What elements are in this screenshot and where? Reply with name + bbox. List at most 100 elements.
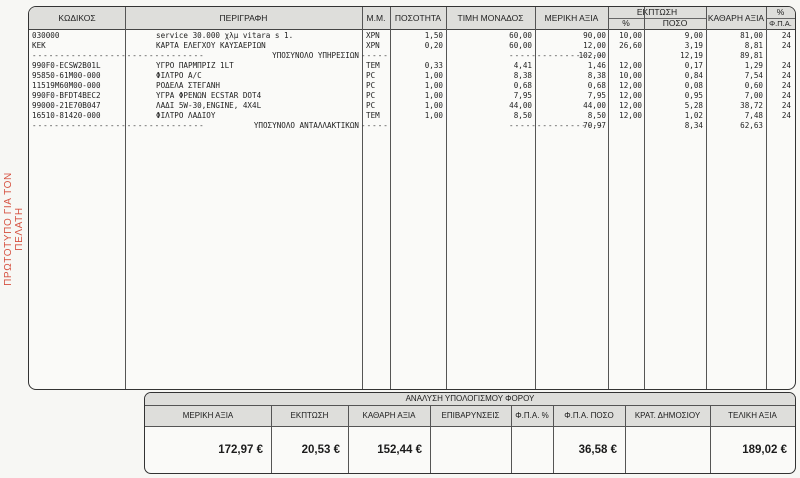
- tax-header-discount: ΕΚΠΤΩΣΗ: [290, 411, 329, 420]
- tax-header-state-withholding: ΚΡΑΤ. ΔΗΜΟΣΙΟΥ: [634, 411, 701, 420]
- original-for-customer-label: ΠΡΩΤΟΤΥΠΟ ΓΙΑ ΤΟΝ ΠΕΛΑΤΗ: [3, 172, 25, 286]
- dashed-separator: ----------------------------------------…: [361, 51, 387, 60]
- cell-net: 81,00: [740, 31, 763, 40]
- cell-disc_pct: 12,00: [619, 91, 642, 100]
- cell-disc_pct: 12,00: [619, 111, 642, 120]
- cell-net: 38,72: [740, 101, 763, 110]
- subtotal-discount: 8,34: [684, 121, 703, 130]
- cell-partial: 0,68: [587, 81, 606, 90]
- cell-code: 11519M60M00-000: [32, 81, 101, 90]
- subtotal-discount: 12,19: [680, 51, 703, 60]
- table-body: 030000 service 30.000 χλμ vitara s 1. ΧΡΝ 1…: [29, 31, 795, 131]
- header-discount-pct: %: [622, 18, 630, 28]
- cell-description: ΚΑΡΤΑ ΕΛΕΓΧΟΥ ΚΑΥΣΑΕΡΙΩΝ: [156, 41, 266, 50]
- cell-partial: 12,00: [583, 41, 606, 50]
- dashed-separator: ----------------------------------------…: [32, 121, 204, 130]
- cell-net: 0,60: [744, 81, 763, 90]
- cell-vat: 24: [781, 111, 791, 120]
- cell-net: 7,54: [744, 71, 763, 80]
- cell-qty: 1,00: [424, 101, 443, 110]
- cell-disc_amt: 1,02: [684, 111, 703, 120]
- cell-vat: 24: [781, 81, 791, 90]
- cell-vat: 24: [781, 91, 791, 100]
- header-code: ΚΩΔΙΚΟΣ: [58, 13, 96, 23]
- tax-analysis-box: ΑΝΑΛΥΣΗ ΥΠΟΛΟΓΙΣΜΟΥ ΦΟΡΟΥ ΜΕΡΙΚΗ ΑΞΙΑ 172…: [144, 392, 796, 474]
- cell-vat: 24: [781, 71, 791, 80]
- tax-value-discount: 20,53 €: [301, 444, 340, 456]
- cell-disc_pct: 12,00: [619, 61, 642, 70]
- cell-code: ΚΕΚ: [32, 41, 46, 50]
- cell-unit_price: 7,95: [513, 91, 532, 100]
- dashed-separator: ----------------------------------------…: [361, 121, 387, 130]
- cell-qty: 1,00: [424, 71, 443, 80]
- tax-header-surcharges: ΕΠΙΒΑΡΥΝΣΕΙΣ: [441, 411, 500, 420]
- tax-value-final-value: 189,02 €: [742, 444, 787, 456]
- cell-unit: ΧΡΝ: [366, 41, 380, 50]
- cell-description: ΦΙΛΤΡΟ ΛΑΔΙΟΥ: [156, 111, 216, 120]
- cell-unit_price: 44,00: [509, 101, 532, 110]
- table-row: ΚΕΚ ΚΑΡΤΑ ΕΛΕΓΧΟΥ ΚΑΥΣΑΕΡΙΩΝ ΧΡΝ 0,20 60,00 1…: [29, 41, 795, 51]
- cell-description: ΡΟΔΕΛΑ ΣΤΕΓΑΝΗ: [156, 81, 221, 90]
- table-row: 95850-61M00-000 ΦΙΛΤΡΟ A/C PC 1,00 8,38 8,38 1…: [29, 71, 795, 81]
- cell-vat: 24: [781, 61, 791, 70]
- cell-qty: 0,33: [424, 61, 443, 70]
- cell-disc_pct: 26,60: [619, 41, 642, 50]
- cell-disc_amt: 0,95: [684, 91, 703, 100]
- cell-code: 99000-21E70B047: [32, 101, 101, 110]
- cell-code: 990F0-ECSW2B01L: [32, 61, 101, 70]
- cell-unit: PC: [366, 91, 376, 100]
- dashed-separator: ----------------------------------------…: [32, 51, 204, 60]
- cell-unit: ΤΕΜ: [366, 111, 380, 120]
- tax-header-net-value: ΚΑΘΑΡΗ ΑΞΙΑ: [362, 411, 416, 420]
- cell-qty: 1,00: [424, 111, 443, 120]
- cell-unit: PC: [366, 71, 376, 80]
- cell-disc_amt: 9,00: [684, 31, 703, 40]
- cell-code: 990F0-BFDT4BEC2: [32, 91, 101, 100]
- cell-description: ΥΓΡΑ ΦΡΕΝΩΝ ECSTAR DOT4: [156, 91, 262, 100]
- cell-unit_price: 8,38: [513, 71, 532, 80]
- cell-qty: 1,50: [424, 31, 443, 40]
- cell-partial: 90,00: [583, 31, 606, 40]
- cell-description: ΥΓΡΟ ΠΑΡΜΠΡΙΖ 1LT: [156, 61, 234, 70]
- table-row: 030000 service 30.000 χλμ vitara s 1. ΧΡΝ 1…: [29, 31, 795, 41]
- subtotal-label: ΥΠΟΣΥΝΟΛΟ ΑΝΤΑΛΛΑΚΤΙΚΩΝ: [253, 121, 359, 130]
- table-row: 99000-21E70B047 ΛΑΔΙ 5W-30,ENGINE, 4X4L PC…: [29, 101, 795, 111]
- cell-code: 030000: [32, 31, 60, 40]
- cell-description: ΦΙΛΤΡΟ A/C: [156, 71, 202, 80]
- cell-disc_amt: 0,17: [684, 61, 703, 70]
- cell-unit_price: 60,00: [509, 41, 532, 50]
- tax-value-vat-amount: 36,58 €: [578, 444, 617, 456]
- cell-qty: 1,00: [424, 91, 443, 100]
- cell-disc_amt: 0,84: [684, 71, 703, 80]
- cell-partial: 8,50: [587, 111, 606, 120]
- tax-header-vat-amount: Φ.Π.Α. ΠΟΣΟ: [564, 411, 614, 420]
- subtotal-net: 89,81: [740, 51, 763, 60]
- cell-vat: 24: [781, 101, 791, 110]
- header-discount-amount: ΠΟΣΟ: [662, 18, 688, 28]
- cell-qty: 1,00: [424, 81, 443, 90]
- cell-disc_pct: 10,00: [619, 71, 642, 80]
- cell-unit_price: 4,41: [513, 61, 532, 70]
- cell-disc_pct: 12,00: [619, 101, 642, 110]
- cell-unit_price: 0,68: [513, 81, 532, 90]
- cell-unit: ΧΡΝ: [366, 31, 380, 40]
- cell-description: service 30.000 χλμ vitara s 1.: [156, 31, 294, 40]
- cell-net: 8,81: [744, 41, 763, 50]
- cell-vat: 24: [781, 41, 791, 50]
- tax-header-partial-value: ΜΕΡΙΚΗ ΑΞΙΑ: [182, 411, 234, 420]
- cell-net: 7,48: [744, 111, 763, 120]
- tax-header-vat-percent: Φ.Π.Α. %: [515, 411, 549, 420]
- header-unit: Μ.Μ.: [366, 13, 386, 23]
- cell-code: 16510-81420-000: [32, 111, 101, 120]
- subtotal-row: ------------------------------ ----------…: [29, 51, 795, 61]
- header-partial-value: ΜΕΡΙΚΗ ΑΞΙΑ: [544, 13, 599, 23]
- cell-net: 7,00: [744, 91, 763, 100]
- table-row: 990F0-ECSW2B01L ΥΓΡΟ ΠΑΡΜΠΡΙΖ 1LT ΤΕΜ 0,33 4…: [29, 61, 795, 71]
- header-quantity: ΠΟΣΟΤΗΤΑ: [394, 13, 442, 23]
- cell-unit: PC: [366, 101, 376, 110]
- tax-value-state-withholding: [625, 427, 710, 473]
- invoice-lines-table: ΚΩΔΙΚΟΣ ΠΕΡΙΓΡΑΦΗ Μ.Μ. ΠΟΣΟΤΗΤΑ ΤΙΜΗ ΜΟΝ…: [28, 6, 796, 390]
- tax-value-surcharges: [430, 427, 511, 473]
- header-vat: Φ.Π.Α.: [769, 19, 792, 28]
- cell-disc_pct: 10,00: [619, 31, 642, 40]
